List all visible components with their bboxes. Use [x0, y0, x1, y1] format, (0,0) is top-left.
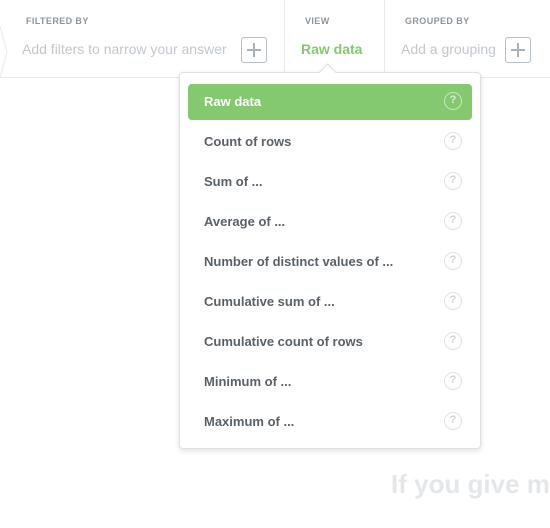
view-option-label: Cumulative sum of ...	[204, 294, 335, 309]
filters-placeholder[interactable]: Add filters to narrow your answer	[22, 41, 227, 57]
grouped-section: GROUPED BY Add a grouping	[384, 0, 550, 77]
question-circle-icon[interactable]: ?	[444, 92, 462, 110]
empty-state-heading: If you give me	[391, 469, 550, 499]
view-selector[interactable]: Raw data	[301, 41, 362, 57]
question-circle-icon[interactable]: ?	[444, 292, 462, 310]
question-circle-icon[interactable]: ?	[444, 332, 462, 350]
add-filter-button[interactable]	[241, 37, 267, 63]
view-option-average-of[interactable]: Average of ... ?	[188, 204, 472, 240]
view-options-list: Raw data ? Count of rows ? Sum of ... ? …	[188, 84, 472, 444]
view-option-sum-of[interactable]: Sum of ... ?	[188, 164, 472, 200]
view-option-cumulative-count[interactable]: Cumulative count of rows ?	[188, 324, 472, 360]
question-circle-icon[interactable]: ?	[444, 212, 462, 230]
question-circle-icon[interactable]: ?	[444, 412, 462, 430]
filters-label: FILTERED BY	[26, 16, 89, 26]
view-option-count-of-rows[interactable]: Count of rows ?	[188, 124, 472, 160]
view-dropdown: Raw data ? Count of rows ? Sum of ... ? …	[179, 63, 481, 449]
question-circle-icon[interactable]: ?	[444, 372, 462, 390]
question-circle-icon[interactable]: ?	[444, 172, 462, 190]
view-option-minimum-of[interactable]: Minimum of ... ?	[188, 364, 472, 400]
query-builder-page: FILTERED BY Add filters to narrow your a…	[0, 0, 550, 528]
grouped-label: GROUPED BY	[405, 16, 470, 26]
filters-section: FILTERED BY Add filters to narrow your a…	[0, 0, 284, 78]
grouping-placeholder[interactable]: Add a grouping	[401, 41, 496, 57]
view-option-raw-data[interactable]: Raw data ?	[188, 84, 472, 120]
plus-icon	[511, 43, 525, 57]
view-section: VIEW Raw data	[284, 0, 385, 77]
view-option-label: Average of ...	[204, 214, 286, 229]
view-option-cumulative-sum[interactable]: Cumulative sum of ... ?	[188, 284, 472, 320]
view-option-label: Cumulative count of rows	[204, 334, 363, 349]
view-option-maximum-of[interactable]: Maximum of ... ?	[188, 404, 472, 440]
question-circle-icon[interactable]: ?	[444, 132, 462, 150]
question-circle-icon[interactable]: ?	[444, 252, 462, 270]
view-option-label: Number of distinct values of ...	[204, 254, 394, 269]
view-label: VIEW	[305, 16, 330, 26]
view-option-label: Minimum of ...	[204, 374, 292, 389]
chevron-right-icon	[0, 26, 8, 78]
view-option-distinct-values[interactable]: Number of distinct values of ... ?	[188, 244, 472, 280]
plus-icon	[247, 43, 261, 57]
view-option-label: Raw data	[204, 94, 262, 109]
view-option-label: Count of rows	[204, 134, 292, 149]
view-option-label: Sum of ...	[204, 174, 263, 189]
add-grouping-button[interactable]	[505, 37, 531, 63]
query-builder-bar: FILTERED BY Add filters to narrow your a…	[0, 0, 550, 78]
view-option-label: Maximum of ...	[204, 414, 295, 429]
